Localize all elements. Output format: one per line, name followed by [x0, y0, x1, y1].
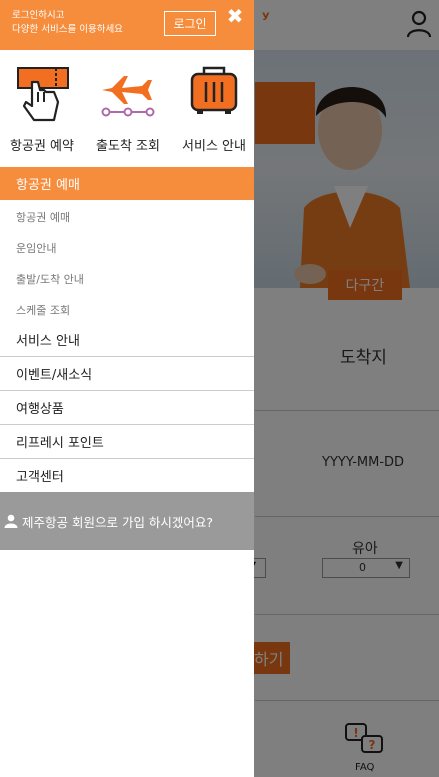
quick-link-label: 서비스 안내 — [182, 139, 246, 154]
quick-link-service-info[interactable]: 서비스 안내 — [172, 60, 254, 160]
login-button[interactable]: 로그인 — [164, 11, 216, 36]
airplane-route-icon — [101, 76, 155, 117]
menu-item-customer-center[interactable]: 고객센터 — [0, 458, 254, 491]
drawer-header: 로그인하시고 다양한 서비스를 이용하세요 로그인 ✖ — [0, 0, 254, 50]
menu-item-travel-products[interactable]: 여행상품 — [0, 390, 254, 423]
submenu-item-fare-info[interactable]: 운임안내 — [16, 240, 56, 256]
ticket-hand-icon — [17, 67, 69, 122]
menu-item-service-info[interactable]: 서비스 안내 — [0, 323, 254, 356]
join-membership-text: 제주항공 회원으로 가입 하시겠어요? — [22, 514, 214, 530]
submenu-item-ticket-booking[interactable]: 항공권 예매 — [16, 209, 70, 225]
luggage-icon — [190, 66, 238, 114]
menu-item-refresh-point[interactable]: 리프레시 포인트 — [0, 424, 254, 457]
quick-link-ticket-booking[interactable]: 항공권 예약 — [0, 60, 84, 160]
login-message-line-2: 다양한 서비스를 이용하세요 — [12, 24, 123, 35]
submenu-item-schedule[interactable]: 스케줄 조회 — [16, 302, 70, 318]
quick-link-arrival-departure[interactable]: 출도착 조회 — [86, 60, 170, 160]
menu-item-events-news[interactable]: 이벤트/새소식 — [0, 356, 254, 389]
submenu-item-departure-arrival[interactable]: 출발/도착 안내 — [16, 271, 84, 287]
person-icon — [4, 514, 18, 528]
side-drawer: 로그인하시고 다양한 서비스를 이용하세요 로그인 ✖ 항공권 예약 출도착 조… — [0, 0, 254, 777]
menu-item-ticket-booking[interactable]: 항공권 예매 — [0, 167, 254, 200]
quick-link-label: 출도착 조회 — [96, 139, 160, 154]
quick-link-label: 항공권 예약 — [10, 139, 74, 154]
join-membership-bar[interactable]: 제주항공 회원으로 가입 하시겠어요? — [0, 492, 254, 550]
login-message-line-1: 로그인하시고 — [12, 10, 65, 21]
close-icon[interactable]: ✖ — [224, 4, 246, 28]
login-message: 로그인하시고 다양한 서비스를 이용하세요 — [12, 9, 123, 37]
